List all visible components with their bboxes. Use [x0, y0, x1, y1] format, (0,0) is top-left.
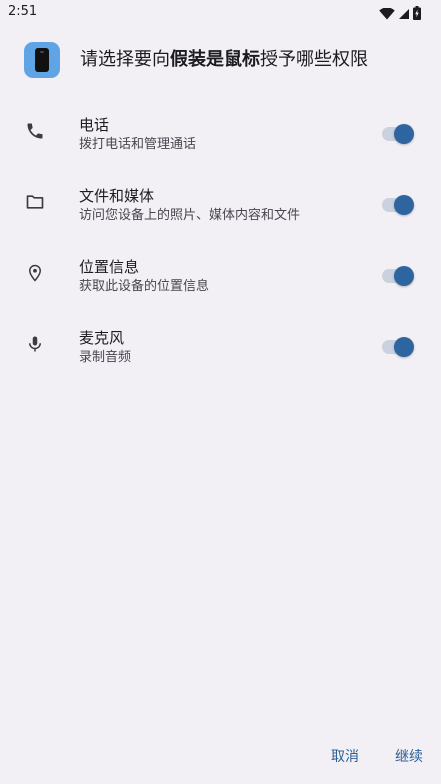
permission-description: 获取此设备的位置信息 [79, 279, 210, 294]
permission-title: 位置信息 [79, 258, 140, 276]
microphone-permission-toggle[interactable] [382, 337, 414, 357]
microphone-icon [24, 333, 46, 355]
permission-row-microphone[interactable]: 麦克风 录制音频 [0, 317, 441, 388]
permission-list: 电话 拨打电话和管理通话 文件和媒体 访问您设备上的照片、媒体内容和文件 位置信… [0, 104, 441, 388]
wifi-icon [379, 5, 395, 24]
permission-text: 文件和媒体 访问您设备上的照片、媒体内容和文件 [79, 185, 300, 225]
permission-row-phone[interactable]: 电话 拨打电话和管理通话 [0, 104, 441, 175]
permission-title: 电话 [79, 116, 110, 134]
app-name: 假装是鼠标 [170, 49, 260, 70]
permission-description: 拨打电话和管理通话 [79, 137, 197, 152]
location-permission-toggle[interactable] [382, 266, 414, 286]
permission-text: 麦克风 录制音频 [79, 327, 131, 367]
continue-button[interactable]: 继续 [395, 746, 423, 766]
permission-description: 访问您设备上的照片、媒体内容和文件 [79, 208, 301, 223]
status-bar: 2:51 [0, 0, 441, 24]
battery-charging-icon [413, 5, 421, 24]
folder-icon [24, 191, 46, 213]
permission-description: 录制音频 [79, 350, 132, 365]
title-prefix: 请选择要向 [80, 49, 170, 70]
permission-text: 电话 拨打电话和管理通话 [79, 114, 196, 154]
status-icons [379, 5, 421, 24]
dialog-footer: 取消 继续 [331, 746, 423, 766]
phone-app-icon [24, 42, 60, 78]
permission-row-location[interactable]: 位置信息 获取此设备的位置信息 [0, 246, 441, 317]
page-title: 请选择要向假装是鼠标授予哪些权限 [80, 46, 368, 74]
files-media-permission-toggle[interactable] [382, 195, 414, 215]
permission-title: 文件和媒体 [79, 187, 155, 205]
cancel-button[interactable]: 取消 [331, 746, 359, 766]
signal-icon [398, 5, 410, 24]
permission-text: 位置信息 获取此设备的位置信息 [79, 256, 209, 296]
permission-header: 请选择要向假装是鼠标授予哪些权限 [24, 42, 417, 78]
phone-icon [24, 120, 46, 142]
permission-row-files-media[interactable]: 文件和媒体 访问您设备上的照片、媒体内容和文件 [0, 175, 441, 246]
permission-title: 麦克风 [79, 329, 125, 347]
location-icon [24, 262, 46, 284]
title-suffix: 授予哪些权限 [260, 49, 368, 70]
phone-permission-toggle[interactable] [382, 124, 414, 144]
status-time: 2:51 [8, 4, 38, 19]
